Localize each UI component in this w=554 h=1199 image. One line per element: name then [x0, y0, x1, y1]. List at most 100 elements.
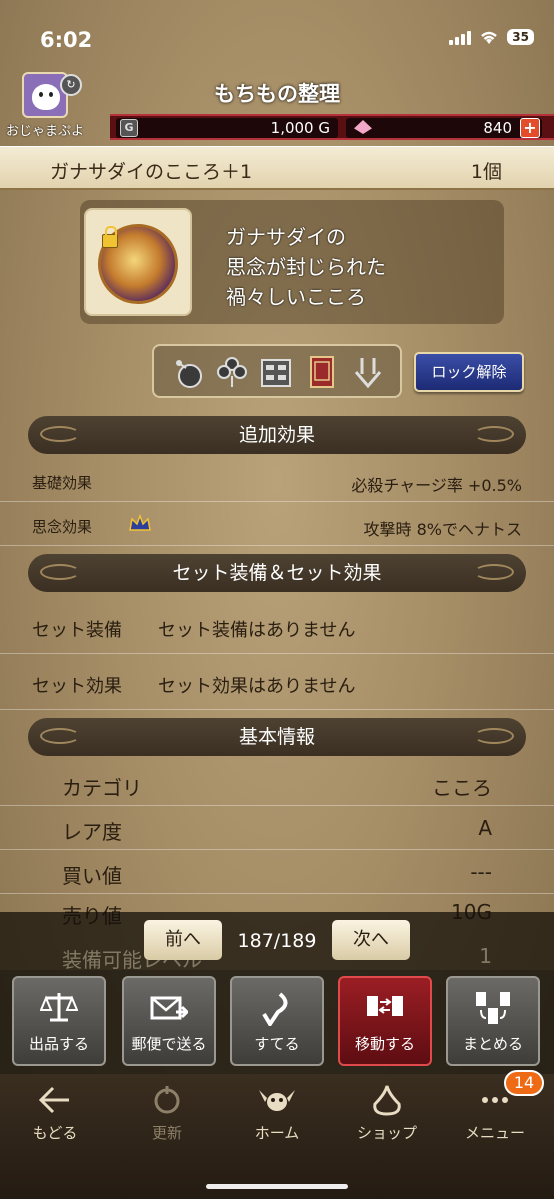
username: おじゃまぷよ — [6, 124, 85, 139]
info-row: レア度 A — [0, 806, 554, 850]
item-banner: ガナサダイのこころ＋1 1個 — [0, 146, 554, 190]
tab-label: メニュー — [464, 1124, 525, 1142]
item-action-icons — [152, 344, 402, 398]
ornament-icon — [40, 426, 80, 442]
mail-label: 郵便で送る — [131, 1035, 207, 1053]
organize-label: まとめる — [462, 1035, 523, 1053]
info-row: 買い値 --- — [0, 850, 554, 894]
clover-icon[interactable] — [214, 354, 250, 390]
discard-icon — [262, 992, 288, 1026]
mail-icon — [150, 996, 188, 1020]
wifi-icon — [481, 31, 498, 44]
section-title: 追加効果 — [238, 424, 315, 446]
effect-label: 思念効果 — [32, 518, 93, 536]
effect-row: 思念効果 攻撃時 8%でヘナトス — [0, 504, 554, 546]
refresh-icon — [154, 1086, 180, 1114]
unlock-button[interactable]: ロック解除 — [414, 352, 524, 392]
item-card: ガナサダイの 思念が封じられた 禍々しいこころ — [80, 200, 504, 324]
section-title: 基本情報 — [238, 726, 315, 748]
sell-label: 出品する — [28, 1035, 89, 1053]
add-gems-button[interactable]: + — [520, 118, 540, 138]
gem-icon — [354, 120, 372, 134]
ornament-icon — [474, 564, 514, 580]
set-label: セット効果 — [32, 676, 122, 697]
slime-shop-icon — [373, 1085, 401, 1116]
currency-bar: G 1,000 G 840 + — [110, 114, 554, 140]
status-bar: 6:02 35 — [0, 0, 554, 70]
tab-refresh[interactable]: 更新 — [112, 1084, 222, 1154]
discard-button[interactable]: すてる — [230, 976, 324, 1066]
organize-button[interactable]: まとめる — [446, 976, 540, 1066]
move-label: 移動する — [354, 1035, 415, 1053]
battery-icon: 35 — [507, 29, 534, 45]
gem-value: 840 — [483, 119, 512, 137]
gold-icon: G — [120, 119, 138, 137]
effect-value: 攻撃時 8%でヘナトス — [363, 520, 522, 539]
info-value: こころ — [432, 776, 492, 800]
set-value: セット効果はありません — [158, 676, 356, 697]
tab-back[interactable]: もどる — [0, 1084, 110, 1154]
tab-label: もどる — [32, 1124, 78, 1142]
ornament-icon — [474, 426, 514, 442]
gold-value: 1,000 G — [270, 119, 330, 137]
effect-label: 基礎効果 — [32, 474, 93, 492]
tab-label: 更新 — [151, 1124, 182, 1142]
tab-label: ホーム — [254, 1124, 300, 1142]
move-icon — [367, 996, 403, 1016]
section-header-added-effects: 追加効果 — [28, 416, 526, 454]
app-header: ↻ おじゃまぷよ もちもの整理 G 1,000 G 840 + — [0, 70, 554, 140]
item-count: 1個 — [470, 161, 502, 183]
info-label: レア度 — [62, 820, 122, 844]
organize-icon — [476, 992, 510, 1024]
bag-icon[interactable] — [170, 354, 206, 390]
page-title: もちもの整理 — [214, 82, 340, 106]
sell-button[interactable]: 出品する — [12, 976, 106, 1066]
scale-icon — [40, 993, 78, 1022]
ornament-icon — [40, 564, 80, 580]
back-arrow-icon — [38, 1086, 69, 1114]
effect-value: 必殺チャージ率 +0.5% — [351, 476, 522, 495]
gold-display: G 1,000 G — [116, 118, 338, 138]
ornament-icon — [474, 728, 514, 744]
info-value: A — [478, 816, 492, 840]
item-name: ガナサダイのこころ＋1 — [50, 161, 253, 183]
dracky-home-icon — [259, 1090, 295, 1111]
pager-position: 187/189 — [237, 930, 317, 952]
status-time: 6:02 — [40, 28, 93, 52]
discard-label: すてる — [254, 1035, 300, 1053]
lock-icon — [102, 226, 118, 248]
tab-shop[interactable]: ショップ — [332, 1084, 442, 1154]
storage-icon[interactable] — [258, 354, 294, 390]
menu-notification-badge: 14 — [504, 1070, 544, 1096]
mail-button[interactable]: 郵便で送る — [122, 976, 216, 1066]
pager: 装備可能レベル 1 前へ 187/189 次へ — [0, 912, 554, 972]
action-bar: 出品する 郵便で送る すてる 移動する まとめる — [0, 970, 554, 1074]
info-label: 買い値 — [62, 864, 122, 888]
set-row: セット装備 セット装備はありません — [0, 600, 554, 654]
section-title: セット装備＆セット効果 — [172, 562, 382, 584]
item-description: ガナサダイの 思念が封じられた 禍々しいこころ — [226, 225, 386, 309]
set-label: セット装備 — [32, 620, 122, 641]
home-indicator[interactable] — [206, 1184, 348, 1189]
section-header-basic-info: 基本情報 — [28, 718, 526, 756]
item-icon-frame[interactable] — [84, 208, 192, 316]
tab-home[interactable]: ホーム — [222, 1084, 332, 1154]
signal-icon — [449, 29, 472, 45]
move-button[interactable]: 移動する — [338, 976, 432, 1066]
set-row: セット効果 セット効果はありません — [0, 656, 554, 710]
crown-icon — [129, 514, 151, 531]
next-button[interactable]: 次へ — [332, 920, 410, 960]
info-value: --- — [470, 860, 492, 884]
ornament-icon — [40, 728, 80, 744]
gem-display: 840 + — [346, 118, 542, 138]
set-value: セット装備はありません — [158, 620, 356, 641]
arrow-down-icon[interactable] — [350, 354, 386, 390]
info-label: カテゴリ — [62, 776, 142, 800]
tab-label: ショップ — [356, 1124, 417, 1142]
info-row: カテゴリ こころ — [0, 762, 554, 806]
tab-bar: もどる 更新 ホーム ショップ メニュー — [0, 1074, 554, 1199]
section-header-set-effects: セット装備＆セット効果 — [28, 554, 526, 592]
book-icon[interactable] — [304, 354, 340, 390]
status-icons: 35 — [449, 29, 534, 45]
effect-row: 基礎効果 必殺チャージ率 +0.5% — [0, 462, 554, 502]
